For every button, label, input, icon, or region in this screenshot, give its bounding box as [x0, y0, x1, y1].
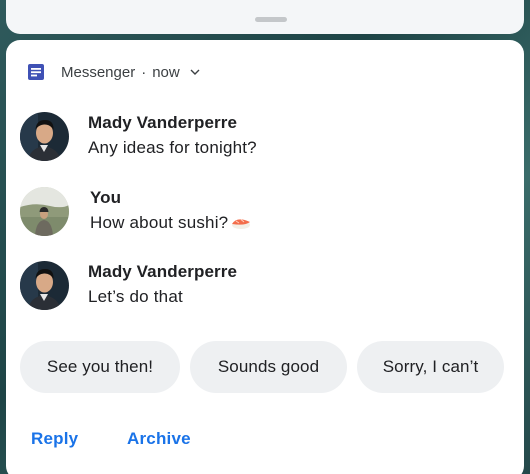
smart-reply-chip[interactable]: Sounds good — [190, 341, 347, 393]
app-name: Messenger — [61, 63, 136, 81]
notification-header[interactable]: Messenger · now — [26, 62, 201, 82]
message-text: Any ideas for tonight? — [88, 138, 257, 157]
sushi-emoji — [232, 219, 251, 229]
chevron-down-icon[interactable] — [189, 66, 201, 78]
message-sender: You — [90, 188, 122, 207]
drag-handle[interactable] — [255, 17, 287, 22]
smart-reply-chip[interactable]: See you then! — [20, 341, 180, 393]
header-separator: · — [141, 63, 147, 81]
mady-avatar — [20, 112, 69, 161]
you-avatar — [20, 187, 69, 236]
archive-button[interactable]: Archive — [127, 429, 191, 449]
message-item: You How about sushi? — [20, 187, 500, 239]
message-sender: Mady Vanderperre — [88, 113, 237, 132]
message-item: Mady Vanderperre Any ideas for tonight? — [20, 112, 500, 164]
message-text: Let’s do that — [88, 287, 183, 306]
message-text: How about sushi? — [90, 213, 229, 232]
mady-avatar — [20, 261, 69, 310]
messenger-notification[interactable]: Messenger · now Mady Vanderperre Any ide… — [6, 40, 524, 474]
messenger-app-icon — [28, 64, 44, 80]
message-sender: Mady Vanderperre — [88, 262, 237, 281]
message-item: Mady Vanderperre Let’s do that — [20, 261, 500, 313]
smart-reply-chip[interactable]: Sorry, I can’t — [357, 341, 504, 393]
previous-notification-card — [6, 0, 524, 34]
reply-button[interactable]: Reply — [31, 429, 78, 449]
notification-time: now — [152, 63, 180, 81]
